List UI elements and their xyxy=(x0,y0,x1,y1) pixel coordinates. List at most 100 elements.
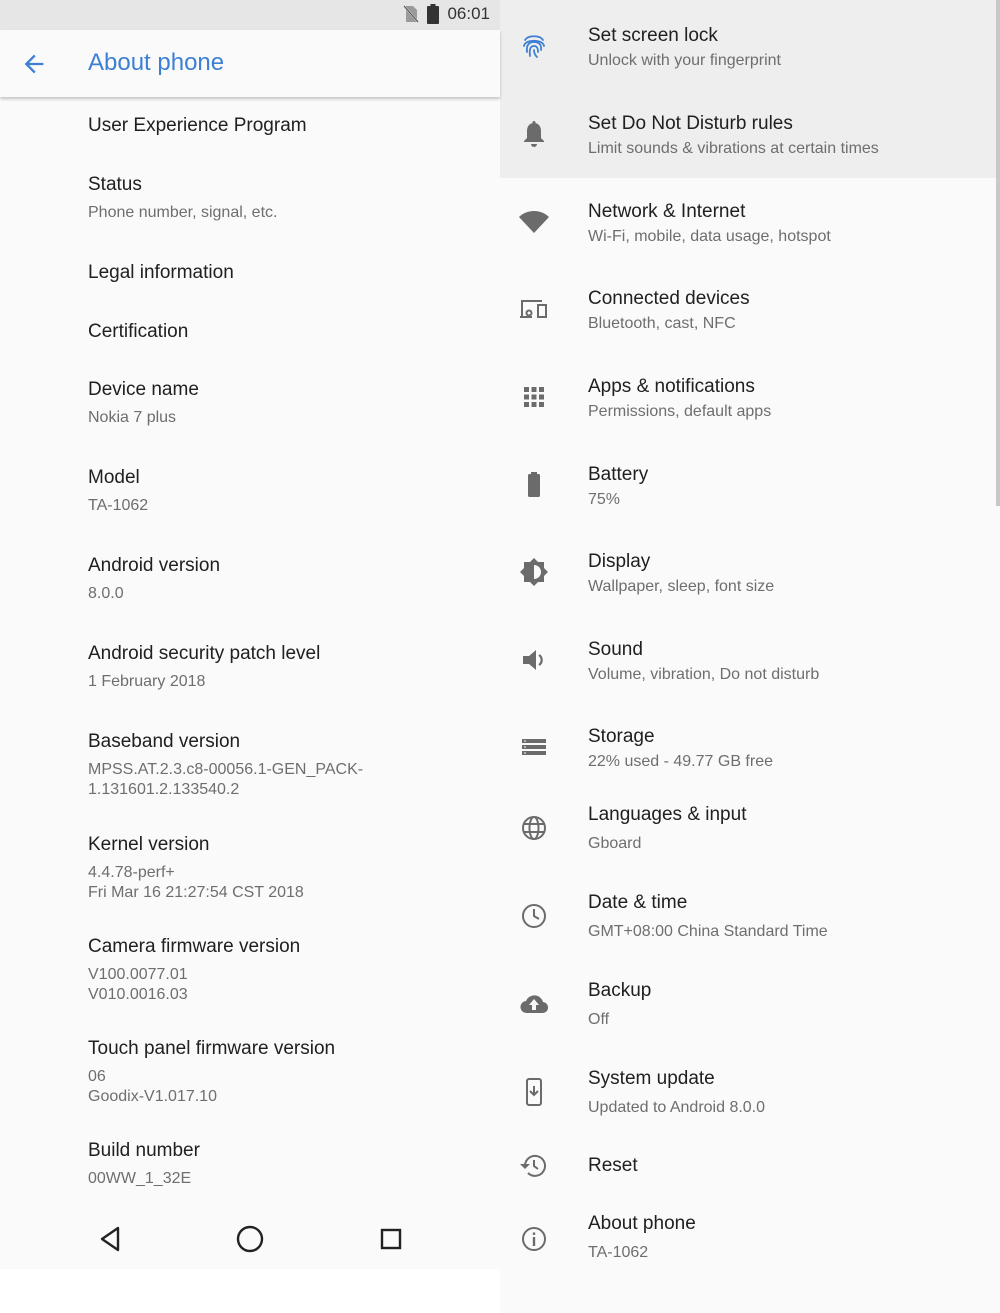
storage-icon xyxy=(522,739,546,755)
settings-connected-devices[interactable]: Connected devices Bluetooth, cast, NFC xyxy=(500,265,996,353)
back-arrow-icon[interactable] xyxy=(20,50,48,78)
settings-panel: Set screen lock Unlock with your fingerp… xyxy=(500,0,1000,1313)
brightness-icon xyxy=(520,558,548,586)
settings-reset[interactable]: Reset xyxy=(500,1133,996,1199)
item-title: Android security patch level xyxy=(88,643,321,664)
item-title: Sound xyxy=(588,639,643,660)
list-item-android-version[interactable]: Android version 8.0.0 xyxy=(88,554,488,604)
item-subtitle: TA-1062 xyxy=(88,497,149,514)
item-subtitle: 00WW_1_32E xyxy=(88,1170,192,1187)
item-subtitle: Wallpaper, sleep, font size xyxy=(588,578,775,595)
list-item-certification[interactable]: Certification xyxy=(88,320,488,344)
cloud-upload-icon xyxy=(520,995,549,1014)
suggestion-dnd-rules[interactable]: Set Do Not Disturb rules Limit sounds & … xyxy=(500,90,996,178)
item-subtitle: Phone number, signal, etc. xyxy=(88,204,278,221)
settings-backup[interactable]: Backup Off xyxy=(500,957,996,1045)
list-item-camera-firmware: Camera firmware version V100.0077.01 V01… xyxy=(88,935,488,1005)
settings-apps-notifications[interactable]: Apps & notifications Permissions, defaul… xyxy=(500,353,996,441)
item-title: Model xyxy=(88,467,140,488)
nav-back-icon[interactable] xyxy=(93,1222,127,1256)
info-icon xyxy=(522,1227,546,1251)
item-subtitle: TA-1062 xyxy=(588,1244,649,1261)
list-item-touch-panel-firmware: Touch panel firmware version 06 Goodix-V… xyxy=(88,1037,488,1107)
battery-icon xyxy=(427,4,440,24)
settings-system-update[interactable]: System update Updated to Android 8.0.0 xyxy=(500,1045,996,1133)
settings-battery[interactable]: Battery 75% xyxy=(500,441,996,529)
status-time: 06:01 xyxy=(447,4,490,23)
devices-icon xyxy=(520,300,547,318)
item-title: Date & time xyxy=(588,892,688,913)
system-update-icon xyxy=(526,1078,542,1106)
status-bar: 06:01 xyxy=(0,0,500,30)
item-subtitle: Bluetooth, cast, NFC xyxy=(588,315,736,332)
settings-about-phone[interactable]: About phone TA-1062 xyxy=(500,1192,996,1280)
item-title: Battery xyxy=(588,464,649,485)
list-item-model: Model TA-1062 xyxy=(88,466,488,516)
item-title: Legal information xyxy=(88,262,234,283)
item-title: User Experience Program xyxy=(88,115,307,136)
wifi-icon xyxy=(519,211,549,233)
item-subtitle: 1 February 2018 xyxy=(88,673,206,690)
item-title: Set screen lock xyxy=(588,25,718,46)
item-title: System update xyxy=(588,1068,715,1089)
item-title: Android version xyxy=(88,555,221,576)
clock-icon xyxy=(522,904,546,928)
settings-languages-input[interactable]: Languages & input Gboard xyxy=(500,781,996,869)
list-item-device-name[interactable]: Device name Nokia 7 plus xyxy=(88,378,488,428)
suggestion-set-screen-lock[interactable]: Set screen lock Unlock with your fingerp… xyxy=(500,2,996,90)
item-title: Baseband version xyxy=(88,731,241,752)
item-subtitle: Gboard xyxy=(588,835,642,852)
item-title: Storage xyxy=(588,726,655,747)
item-subtitle: 06 Goodix-V1.017.10 xyxy=(88,1068,217,1105)
app-bar: About phone xyxy=(0,30,500,97)
item-subtitle: MPSS.AT.2.3.c8-00056.1-GEN_PACK- 1.13160… xyxy=(88,761,364,798)
item-subtitle: Permissions, default apps xyxy=(588,403,772,420)
item-subtitle: 22% used - 49.77 GB free xyxy=(588,753,773,770)
settings-sound[interactable]: Sound Volume, vibration, Do not disturb xyxy=(500,616,996,704)
item-title: Build number xyxy=(88,1140,200,1161)
settings-date-time[interactable]: Date & time GMT+08:00 China Standard Tim… xyxy=(500,869,996,957)
list-item-legal[interactable]: Legal information xyxy=(88,261,488,285)
list-item-baseband: Baseband version MPSS.AT.2.3.c8-00056.1-… xyxy=(88,730,488,800)
list-item-user-experience[interactable]: User Experience Program xyxy=(88,114,488,138)
nav-recents-icon[interactable] xyxy=(374,1222,408,1256)
settings-network-internet[interactable]: Network & Internet Wi-Fi, mobile, data u… xyxy=(500,178,996,266)
apps-grid-icon xyxy=(524,387,544,407)
item-subtitle: Volume, vibration, Do not disturb xyxy=(588,666,820,683)
about-phone-panel: 06:01 About phone User Experience Progra… xyxy=(0,0,500,1269)
item-subtitle: Nokia 7 plus xyxy=(88,409,177,426)
item-subtitle: 8.0.0 xyxy=(88,585,124,602)
item-title: Connected devices xyxy=(588,288,750,309)
item-title: Certification xyxy=(88,321,189,342)
item-title: Camera firmware version xyxy=(88,936,301,957)
volume-icon xyxy=(523,650,543,670)
item-title: Languages & input xyxy=(588,804,747,825)
item-title: Kernel version xyxy=(88,834,210,855)
settings-display[interactable]: Display Wallpaper, sleep, font size xyxy=(500,528,996,616)
fingerprint-icon xyxy=(523,35,545,58)
globe-icon xyxy=(522,816,546,840)
list-item-security-patch: Android security patch level 1 February … xyxy=(88,642,488,692)
item-title: Network & Internet xyxy=(588,201,746,222)
item-title: Status xyxy=(88,174,142,195)
item-subtitle: Off xyxy=(588,1011,610,1028)
item-title: Display xyxy=(588,551,651,572)
bell-icon xyxy=(524,121,544,147)
scrollbar[interactable] xyxy=(996,0,1000,506)
page-title: About phone xyxy=(88,49,225,76)
item-subtitle: 75% xyxy=(588,491,621,508)
settings-storage[interactable]: Storage 22% used - 49.77 GB free xyxy=(500,703,996,791)
nav-home-icon[interactable] xyxy=(233,1222,267,1256)
item-title: Reset xyxy=(588,1155,638,1176)
list-item-status[interactable]: Status Phone number, signal, etc. xyxy=(88,173,488,223)
list-item-build-number[interactable]: Build number 00WW_1_32E xyxy=(88,1139,488,1189)
history-icon xyxy=(520,1154,546,1177)
item-subtitle: Wi-Fi, mobile, data usage, hotspot xyxy=(588,228,831,245)
item-title: Set Do Not Disturb rules xyxy=(588,113,793,134)
item-title: Touch panel firmware version xyxy=(88,1038,336,1059)
item-title: Backup xyxy=(588,980,652,1001)
item-subtitle: Unlock with your fingerprint xyxy=(588,52,781,69)
item-subtitle: Limit sounds & vibrations at certain tim… xyxy=(588,140,879,157)
item-title: About phone xyxy=(588,1213,696,1234)
item-subtitle: V100.0077.01 V010.0016.03 xyxy=(88,966,188,1003)
